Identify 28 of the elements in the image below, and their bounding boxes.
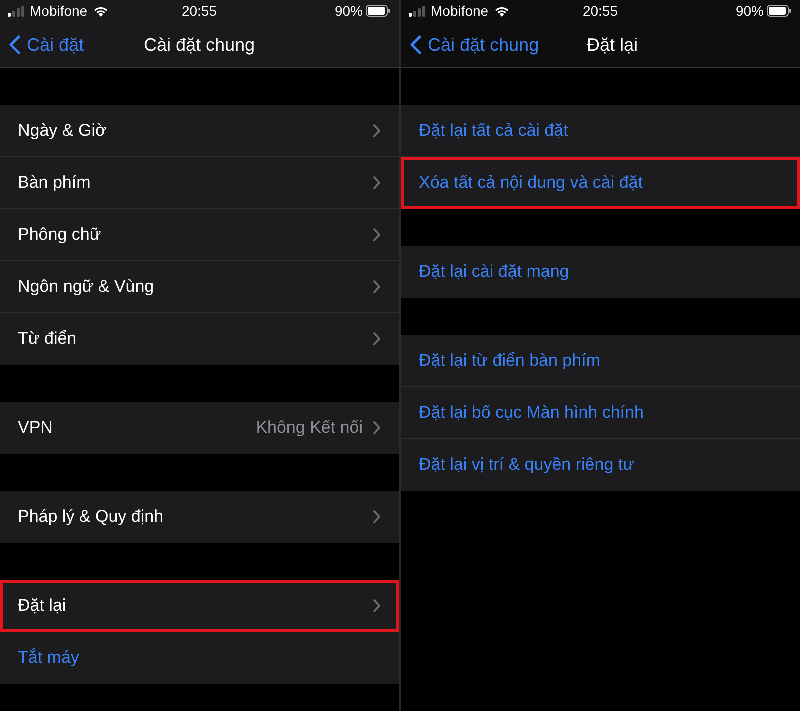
- chevron-left-icon: [410, 35, 422, 55]
- signal-icon: [409, 6, 426, 16]
- back-button[interactable]: Cài đặt: [0, 34, 84, 56]
- chevron-right-icon: [373, 228, 381, 242]
- screen-title: Cài đặt chung: [144, 34, 256, 56]
- carrier-name: Mobifone: [431, 3, 489, 19]
- battery-percent: 90%: [736, 3, 764, 19]
- settings-row[interactable]: Đặt lại: [0, 580, 399, 632]
- chevron-left-icon: [9, 35, 21, 55]
- back-button[interactable]: Cài đặt chung: [401, 34, 540, 56]
- chevron-right-icon: [373, 332, 381, 346]
- carrier-name: Mobifone: [30, 3, 88, 19]
- settings-row[interactable]: Xóa tất cả nội dung và cài đặt: [401, 157, 800, 209]
- battery-percent: 90%: [334, 3, 363, 19]
- clock-time: 20:55: [182, 3, 218, 19]
- chevron-right-icon: [373, 176, 381, 190]
- chevron-right-icon: [373, 510, 381, 524]
- wifi-icon: [494, 5, 510, 17]
- clock-time: 20:55: [582, 3, 618, 19]
- chevron-right-icon: [373, 598, 381, 612]
- chevron-right-icon: [373, 421, 381, 435]
- signal-icon: [8, 6, 25, 16]
- chevron-right-icon: [373, 280, 381, 294]
- battery-icon: [766, 5, 792, 17]
- chevron-right-icon: [373, 124, 381, 138]
- wifi-icon: [92, 5, 109, 17]
- battery-icon: [366, 5, 391, 17]
- screen-title: Đặt lại: [586, 34, 638, 56]
